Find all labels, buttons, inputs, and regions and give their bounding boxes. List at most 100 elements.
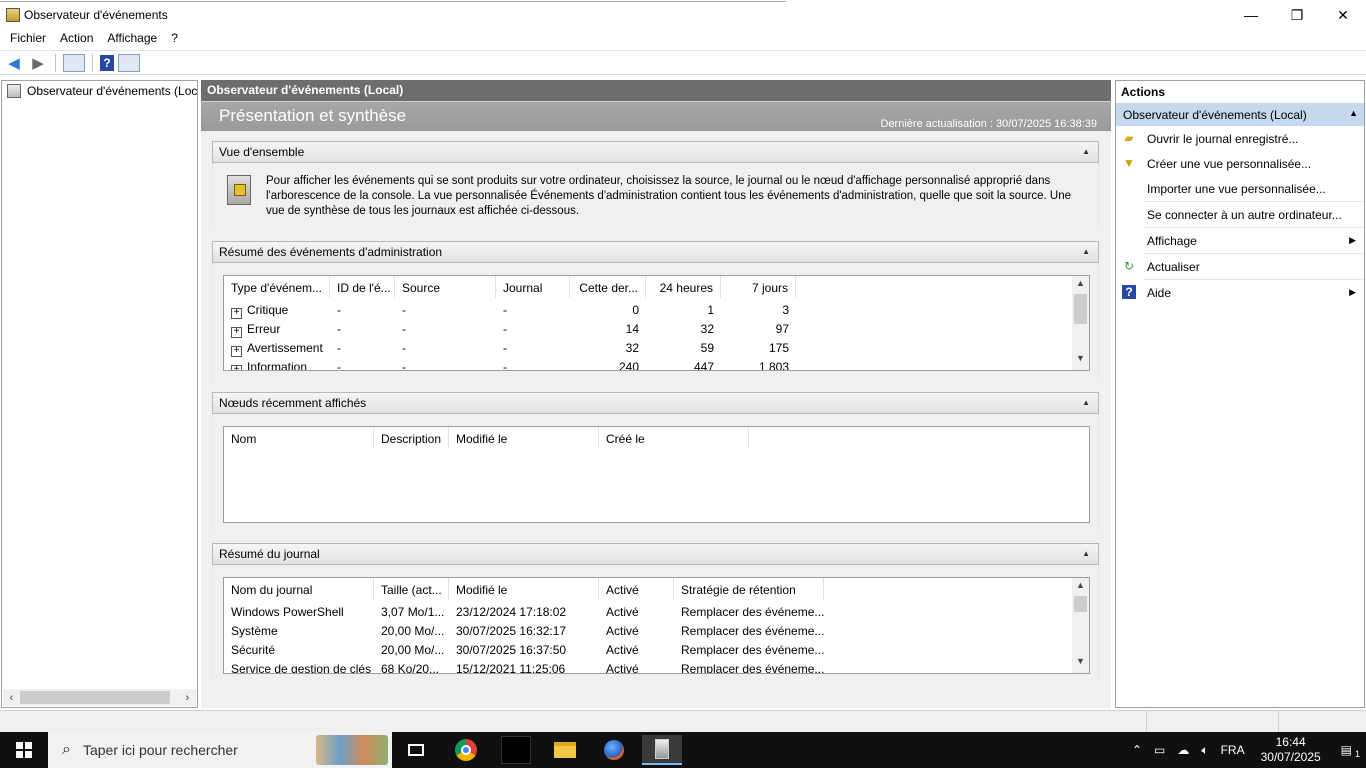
column-header[interactable]: Stratégie de rétention [674, 578, 824, 600]
chrome-icon[interactable] [446, 735, 486, 765]
tree-node-label: Observateur d'événements (Local) [27, 84, 197, 98]
column-header[interactable]: Nom [224, 427, 374, 449]
column-header[interactable]: Cette der... [570, 276, 646, 298]
column-header[interactable]: Taille (act... [374, 578, 449, 600]
center-pane: Observateur d'événements (Local) Présent… [201, 80, 1111, 708]
scroll-down-icon[interactable]: ▼ [1072, 353, 1089, 370]
scroll-left-icon[interactable]: ‹ [3, 692, 20, 704]
admin-summary-scrollbar[interactable]: ▲ ▼ [1072, 276, 1089, 370]
collapse-icon[interactable]: ▲ [1082, 549, 1090, 558]
table-cell: Service de gestion de clés [231, 662, 372, 674]
expand-icon[interactable]: + [231, 365, 242, 370]
event-viewer-taskbar-icon[interactable] [642, 735, 682, 765]
scroll-up-icon[interactable]: ▲ [1072, 580, 1089, 597]
start-button[interactable] [0, 732, 48, 768]
column-header[interactable]: Source [395, 276, 496, 298]
table-row[interactable]: Service de gestion de clés 68 Ko/20... 1… [224, 659, 824, 674]
column-header[interactable]: Créé le [599, 427, 749, 449]
table-row[interactable]: Windows PowerShell 3,07 Mo/1... 23/12/20… [224, 602, 824, 621]
log-summary-header[interactable]: Résumé du journal ▲ [212, 543, 1099, 565]
menu-action[interactable]: Action [53, 31, 100, 45]
column-header[interactable]: Modifié le [449, 578, 599, 600]
onedrive-cloud-icon[interactable]: ☁ [1171, 743, 1195, 757]
column-header[interactable]: Journal [496, 276, 570, 298]
action-open-saved-log[interactable]: ▰ Ouvrir le journal enregistré... [1116, 126, 1364, 151]
table-cell: - [402, 360, 406, 371]
log-summary-section: Résumé du journal ▲ Nom du journal Taill… [212, 543, 1099, 682]
terminal-icon[interactable] [496, 735, 536, 765]
column-header[interactable]: Nom du journal [224, 578, 374, 600]
help-icon[interactable]: ? [100, 54, 114, 71]
table-row[interactable]: Système 20,00 Mo/... 30/07/2025 16:32:17… [224, 621, 824, 640]
task-view-icon[interactable] [396, 735, 436, 765]
show-hide-action-pane-icon[interactable] [118, 53, 140, 72]
expand-icon[interactable]: + [231, 346, 242, 357]
battery-icon[interactable]: ▭ [1148, 743, 1171, 757]
back-arrow-icon[interactable]: ◀ [4, 53, 24, 73]
taskbar-clock[interactable]: 16:44 30/07/2025 [1251, 735, 1331, 765]
column-header[interactable]: Description [374, 427, 449, 449]
table-cell: 3,07 Mo/1... [381, 605, 445, 619]
volume-icon[interactable]: 🔈︎ [1195, 743, 1214, 758]
overview-section-header[interactable]: Vue d'ensemble ▲ [212, 141, 1099, 163]
recent-nodes-section: Nœuds récemment affichés ▲ Nom Descripti… [212, 392, 1099, 531]
column-header[interactable]: Modifié le [449, 427, 599, 449]
overview-band: Présentation et synthèse Dernière actual… [201, 101, 1111, 131]
action-connect-other-computer[interactable]: Se connecter à un autre ordinateur... [1116, 202, 1364, 227]
minimize-button[interactable]: — [1228, 0, 1274, 30]
forward-arrow-icon[interactable]: ▶ [28, 53, 48, 73]
table-cell: 3 [782, 303, 789, 317]
event-viewer-icon [7, 84, 21, 98]
app-orb-icon[interactable] [594, 735, 634, 765]
scroll-down-icon[interactable]: ▼ [1072, 656, 1089, 673]
table-row[interactable]: Sécurité 20,00 Mo/... 30/07/2025 16:37:5… [224, 640, 824, 659]
notification-center-icon[interactable]: ▤ 1 [1331, 743, 1366, 759]
collapse-icon[interactable]: ▲ [1082, 398, 1090, 407]
menu-affichage[interactable]: Affichage [100, 31, 164, 45]
collapse-icon[interactable]: ▲ [1082, 247, 1090, 256]
scroll-thumb[interactable] [20, 691, 170, 704]
scroll-thumb[interactable] [1074, 294, 1087, 324]
table-cell: - [503, 303, 507, 317]
table-row[interactable]: + Avertissement - - - 32 59 175 [224, 338, 796, 357]
admin-summary-header[interactable]: Résumé des événements d'administration ▲ [212, 241, 1099, 263]
column-header[interactable]: 24 heures [646, 276, 721, 298]
console-tree: Observateur d'événements (Local) ‹ › [1, 80, 198, 708]
table-cell: - [402, 303, 406, 317]
taskbar-search-box[interactable]: ⌕ Taper ici pour rechercher [48, 732, 392, 768]
expand-icon[interactable]: + [231, 308, 242, 319]
action-import-custom-view[interactable]: Importer une vue personnalisée... [1116, 176, 1364, 201]
collapse-icon[interactable]: ▲ [1082, 147, 1090, 156]
maximize-button[interactable]: ❐ [1274, 0, 1320, 30]
table-cell: 32 [700, 322, 714, 336]
table-cell: 97 [775, 322, 789, 336]
chevron-up-icon[interactable]: ⌃ [1126, 743, 1148, 757]
table-row[interactable]: + Information - - - 240 447 1 803 [224, 357, 796, 371]
scroll-thumb[interactable] [1074, 596, 1087, 612]
actions-group-header[interactable]: Observateur d'événements (Local) ▲ [1116, 103, 1364, 126]
language-indicator[interactable]: FRA [1215, 743, 1251, 757]
close-button[interactable]: ✕ [1320, 0, 1366, 30]
table-row[interactable]: + Erreur - - - 14 32 97 [224, 319, 796, 338]
scroll-up-icon[interactable]: ▲ [1072, 278, 1089, 295]
column-header[interactable]: Activé [599, 578, 674, 600]
table-row[interactable]: + Critique - - - 0 1 3 [224, 300, 796, 319]
scroll-right-icon[interactable]: › [179, 692, 196, 704]
file-explorer-icon[interactable] [545, 735, 585, 765]
column-header[interactable]: Type d'événem... [224, 276, 330, 298]
log-summary-scrollbar[interactable]: ▲ ▼ [1072, 578, 1089, 673]
menu-help[interactable]: ? [164, 31, 185, 45]
collapse-icon[interactable]: ▲ [1349, 108, 1358, 118]
recent-nodes-header[interactable]: Nœuds récemment affichés ▲ [212, 392, 1099, 414]
column-header[interactable]: ID de l'é... [330, 276, 395, 298]
action-create-custom-view[interactable]: ▼ Créer une vue personnalisée... [1116, 151, 1364, 176]
action-view[interactable]: Affichage ▶ [1116, 228, 1364, 253]
menu-fichier[interactable]: Fichier [3, 31, 53, 45]
action-refresh[interactable]: ↻ Actualiser [1116, 254, 1364, 279]
tree-node-event-viewer-local[interactable]: Observateur d'événements (Local) [7, 84, 197, 98]
show-hide-console-tree-icon[interactable] [63, 53, 85, 72]
action-help[interactable]: ? Aide ▶ [1116, 280, 1364, 305]
expand-icon[interactable]: + [231, 327, 242, 338]
column-header[interactable]: 7 jours [721, 276, 796, 298]
tree-horizontal-scrollbar[interactable]: ‹ › [3, 689, 196, 706]
